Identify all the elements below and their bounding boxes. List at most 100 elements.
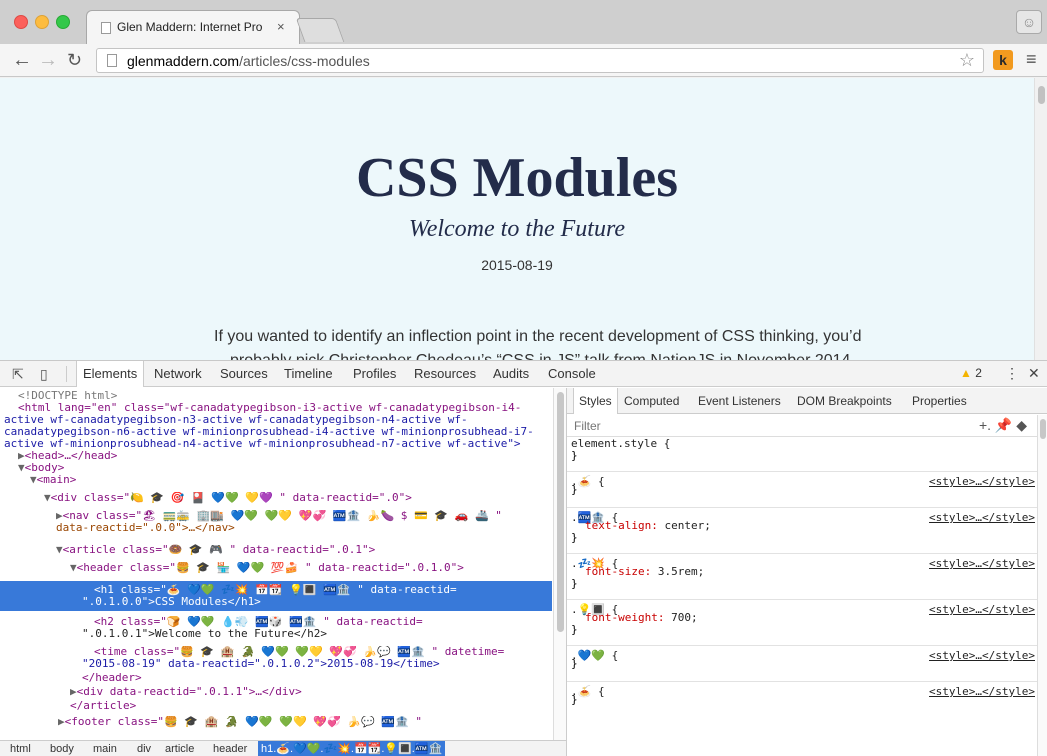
style-rule[interactable]: .🍝 { } <style>…</style> <box>567 472 1037 508</box>
close-window-button[interactable] <box>14 15 28 29</box>
breadcrumb-main[interactable]: main <box>93 741 117 756</box>
collapse-arrow-icon: ▼ <box>44 492 51 504</box>
dom-node-nav[interactable]: ▶<nav class="🏖 🚃🚋 🏢🏬 💙💚 💚💛 💖💞 🏧🏦 🍌🍆 $ 💳 … <box>56 510 566 522</box>
expand-arrow-icon: ▶ <box>58 716 65 728</box>
dom-node-html[interactable]: <html lang="en" class="wf-canadatypegibs… <box>18 402 566 414</box>
dom-node-div-collapsed[interactable]: ▶<div data-reactid=".0.1.1">…</div> <box>70 686 566 698</box>
style-rule[interactable]: .💤💥 { font-size: 3.5rem; } <style>…</sty… <box>567 554 1037 600</box>
devtools-panel: ⇱ ▯ Elements Network Sources Timeline Pr… <box>0 360 1047 756</box>
tab-audits[interactable]: Audits <box>493 361 529 387</box>
title-bar: Glen Maddern: Internet Pro × ☺ <box>0 0 1047 44</box>
page-icon <box>107 54 117 67</box>
minimize-window-button[interactable] <box>35 15 49 29</box>
tab-timeline[interactable]: Timeline <box>284 361 333 387</box>
elements-tree: <!DOCTYPE html> <html lang="en" class="w… <box>0 388 566 740</box>
device-mode-icon[interactable]: ▯ <box>40 366 48 383</box>
tab-network[interactable]: Network <box>154 361 202 387</box>
dom-node-h1[interactable]: <h1 class="🍝 💙💚 💤💥 📅📆 💡🔳 🏧🏦 " data-react… <box>94 584 552 596</box>
styles-toolbar-icons[interactable]: +. 📌 ◆ <box>979 417 1027 434</box>
warning-icon: ▲ <box>960 366 972 380</box>
dom-node-header-close[interactable]: </header> <box>82 672 566 684</box>
tab-resources[interactable]: Resources <box>414 361 476 387</box>
page-date: 2015-08-19 <box>481 257 553 273</box>
url-path: /articles/css-modules <box>239 53 370 69</box>
dom-node-header[interactable]: ▼<header class="🍔 🎓 🏪 💙💚 💯🍰 " data-react… <box>70 562 566 574</box>
elements-scrollbar-thumb[interactable] <box>557 392 564 632</box>
dom-node-head[interactable]: ▶<head>…</head> <box>18 450 566 462</box>
tab-dom-breakpoints[interactable]: DOM Breakpoints <box>797 388 892 414</box>
back-arrow-icon[interactable]: ← <box>12 48 32 72</box>
tab-properties[interactable]: Properties <box>912 388 967 414</box>
hamburger-menu-icon[interactable]: ≡ <box>1026 49 1037 70</box>
style-source-link[interactable]: <style>…</style> <box>929 511 1035 524</box>
browser-tab[interactable]: Glen Maddern: Internet Pro × <box>86 10 300 44</box>
style-source-link[interactable]: <style>…</style> <box>929 685 1035 698</box>
dom-node-main[interactable]: ▼<main> <box>30 474 566 486</box>
warning-count: 2 <box>975 366 982 380</box>
dom-node-div[interactable]: ▼<div class="🍋 🎓 🎯 🎴 💙💚 💛💜 " data-reacti… <box>44 492 566 504</box>
elements-scrollbar[interactable] <box>553 388 566 740</box>
breadcrumb-html[interactable]: html <box>10 741 31 756</box>
styles-pane: Styles Computed Event Listeners DOM Brea… <box>566 388 1047 756</box>
tab-sources[interactable]: Sources <box>220 361 268 387</box>
page-scrollbar-thumb[interactable] <box>1038 86 1045 104</box>
tab-elements[interactable]: Elements <box>76 361 145 387</box>
article-paragraph-line-2: probably pick Christopher Chedeau’s “CSS… <box>230 352 855 360</box>
tab-computed[interactable]: Computed <box>624 388 679 414</box>
page-subtitle: Welcome to the Future <box>408 216 626 242</box>
tab-title: Glen Maddern: Internet Pro <box>117 20 263 34</box>
page-scrollbar[interactable] <box>1034 78 1047 360</box>
url-host: glenmaddern.com <box>127 53 240 69</box>
devtools-close-icon[interactable]: ✕ <box>1028 365 1040 382</box>
style-source-link[interactable]: <style>…</style> <box>929 557 1035 570</box>
tab-profiles[interactable]: Profiles <box>353 361 396 387</box>
url-text[interactable]: glenmaddern.com/articles/css-modules <box>127 53 370 69</box>
style-source-link[interactable]: <style>…</style> <box>929 649 1035 662</box>
styles-filter-input[interactable] <box>574 419 874 433</box>
style-rule[interactable]: .💡🔳 { font-weight: 700; } <style>…</styl… <box>567 600 1037 646</box>
tab-close-icon[interactable]: × <box>277 19 285 34</box>
forward-arrow-icon[interactable]: → <box>38 48 58 72</box>
user-profile-icon[interactable]: ☺ <box>1016 10 1042 34</box>
dom-node-time[interactable]: <time class="🍔 🎓 🏨 🐊 💙💚 💚💛 💖💞 🍌💬 🏧🏦 " da… <box>94 646 566 658</box>
reload-icon[interactable]: ↻ <box>67 48 82 72</box>
breadcrumb-article[interactable]: article <box>165 741 194 756</box>
page-favicon-icon <box>101 22 111 34</box>
style-source-link[interactable]: <style>…</style> <box>929 603 1035 616</box>
zoom-window-button[interactable] <box>56 15 70 29</box>
dom-node-article-close[interactable]: </article> <box>70 700 566 712</box>
new-tab-button[interactable] <box>295 18 345 42</box>
extension-k-icon[interactable]: k <box>993 50 1013 70</box>
tab-event-listeners[interactable]: Event Listeners <box>698 388 781 414</box>
breadcrumb-body[interactable]: body <box>50 741 74 756</box>
devtools-menu-icon[interactable]: ⋮ <box>1005 365 1019 382</box>
dom-node-h2[interactable]: <h2 class="🍞 💙💚 💧💨 🏧🎲 🏧🏦 " data-reactid= <box>94 616 566 628</box>
bookmark-star-icon[interactable]: ☆ <box>959 50 975 71</box>
dom-node-footer[interactable]: ▶<footer class="🍔 🎓 🏨 🐊 💙💚 💚💛 💖💞 🍌💬 🏧🏦 " <box>58 716 566 728</box>
dom-node-article[interactable]: ▼<article class="🍩 🎓 🎮 " data-reactid=".… <box>56 544 566 556</box>
address-bar[interactable]: glenmaddern.com/articles/css-modules ☆ <box>96 48 984 73</box>
styles-scrollbar[interactable] <box>1037 415 1047 756</box>
inspect-element-icon[interactable]: ⇱ <box>12 366 24 383</box>
dom-node-html-cont: active wf-minionprosubhead-n4-active wf-… <box>4 438 521 450</box>
browser-window: Glen Maddern: Internet Pro × ☺ ← → ↻ gle… <box>0 0 1047 756</box>
style-rule[interactable]: .💙💚 { } <style>…</style> <box>567 646 1037 682</box>
breadcrumb-div[interactable]: div <box>137 741 151 756</box>
tab-console[interactable]: Console <box>548 361 596 387</box>
styles-scrollbar-thumb[interactable] <box>1040 419 1046 439</box>
dom-node-body[interactable]: ▼<body> <box>18 462 566 474</box>
style-rule[interactable]: .🍝 { } <style>…</style> <box>567 682 1037 718</box>
collapse-arrow-icon: ▼ <box>70 562 77 574</box>
breadcrumb-h1[interactable]: h1.🍝.💙💚.💤💥.📅📆.💡🔳.🏧🏦 <box>258 741 446 756</box>
style-rule-element[interactable]: element.style { } <box>567 438 1037 472</box>
toolbar-divider <box>66 366 67 382</box>
dom-node-html-cont: active wf-canadatypegibson-n3-active wf-… <box>4 414 468 426</box>
style-rule[interactable]: .🏧🏦 { text-align: center; } <style>…</st… <box>567 508 1037 554</box>
tab-styles[interactable]: Styles <box>573 388 618 414</box>
dom-node-h2-cont: ".0.1.0.1">Welcome to the Future</h2> <box>82 628 328 640</box>
dom-node-doctype[interactable]: <!DOCTYPE html> <box>18 390 566 402</box>
warning-counter[interactable]: ▲ 2 <box>960 366 982 380</box>
dom-node-h1-cont: ".0.1.0.0">CSS Modules</h1> <box>82 596 552 608</box>
breadcrumb-header[interactable]: header <box>213 741 247 756</box>
style-source-link[interactable]: <style>…</style> <box>929 475 1035 488</box>
